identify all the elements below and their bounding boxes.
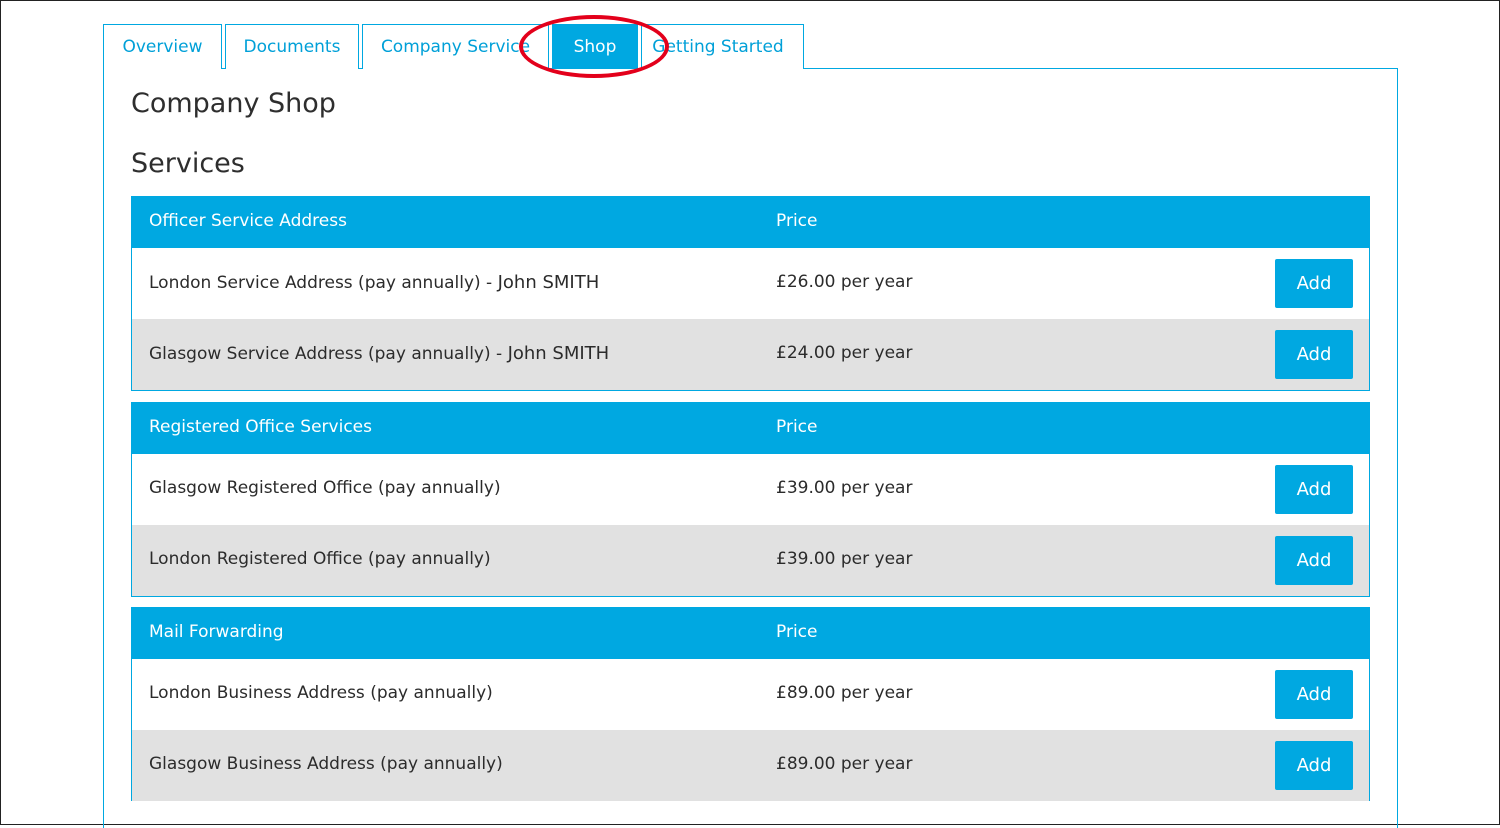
group-header: Registered Office Services Price (132, 403, 1369, 454)
group-header-price: Price (776, 417, 818, 437)
service-price: £39.00 per year (776, 549, 913, 569)
add-button[interactable]: Add (1275, 536, 1353, 585)
service-name: London Business Address (pay annually) (149, 683, 493, 703)
add-button[interactable]: Add (1275, 670, 1353, 719)
group-header: Officer Service Address Price (132, 197, 1369, 248)
group-header-name: Mail Forwarding (149, 622, 284, 642)
group-header-price: Price (776, 622, 818, 642)
service-price: £89.00 per year (776, 754, 913, 774)
tab-documents[interactable]: Documents (225, 24, 359, 69)
add-button[interactable]: Add (1275, 741, 1353, 790)
service-price: £26.00 per year (776, 272, 913, 292)
officer-name: John SMITH (507, 343, 610, 364)
group-header: Mail Forwarding Price (132, 608, 1369, 659)
tab-company-service[interactable]: Company Service (362, 24, 549, 69)
add-button[interactable]: Add (1275, 259, 1353, 308)
service-name: London Service Address (pay annually) - … (149, 272, 600, 293)
group-officer-service-address: Officer Service Address Price London Ser… (131, 196, 1370, 391)
table-row: London Service Address (pay annually) - … (132, 248, 1369, 319)
service-price: £89.00 per year (776, 683, 913, 703)
table-row: London Registered Office (pay annually) … (132, 525, 1369, 596)
group-header-name: Officer Service Address (149, 211, 347, 231)
add-button[interactable]: Add (1275, 330, 1353, 379)
table-row: Glasgow Business Address (pay annually) … (132, 730, 1369, 801)
tab-overview[interactable]: Overview (103, 24, 222, 69)
group-header-price: Price (776, 211, 818, 231)
service-name: Glasgow Registered Office (pay annually) (149, 478, 501, 498)
group-mail-forwarding: Mail Forwarding Price London Business Ad… (131, 607, 1370, 801)
tab-bar: Overview Documents Company Service Shop … (103, 24, 804, 69)
group-registered-office-services: Registered Office Services Price Glasgow… (131, 402, 1370, 597)
service-price: £39.00 per year (776, 478, 913, 498)
table-row: London Business Address (pay annually) £… (132, 659, 1369, 730)
add-button[interactable]: Add (1275, 465, 1353, 514)
table-row: Glasgow Service Address (pay annually) -… (132, 319, 1369, 390)
group-header-name: Registered Office Services (149, 417, 372, 437)
tab-shop[interactable]: Shop (552, 24, 638, 69)
service-name: London Registered Office (pay annually) (149, 549, 491, 569)
officer-name: John SMITH (497, 272, 600, 293)
service-price: £24.00 per year (776, 343, 913, 363)
page-title: Company Shop (131, 88, 336, 119)
table-row: Glasgow Registered Office (pay annually)… (132, 454, 1369, 525)
service-name: Glasgow Service Address (pay annually) -… (149, 343, 610, 364)
tab-getting-started[interactable]: Getting Started (641, 24, 804, 69)
service-name: Glasgow Business Address (pay annually) (149, 754, 503, 774)
section-title-services: Services (131, 148, 245, 179)
